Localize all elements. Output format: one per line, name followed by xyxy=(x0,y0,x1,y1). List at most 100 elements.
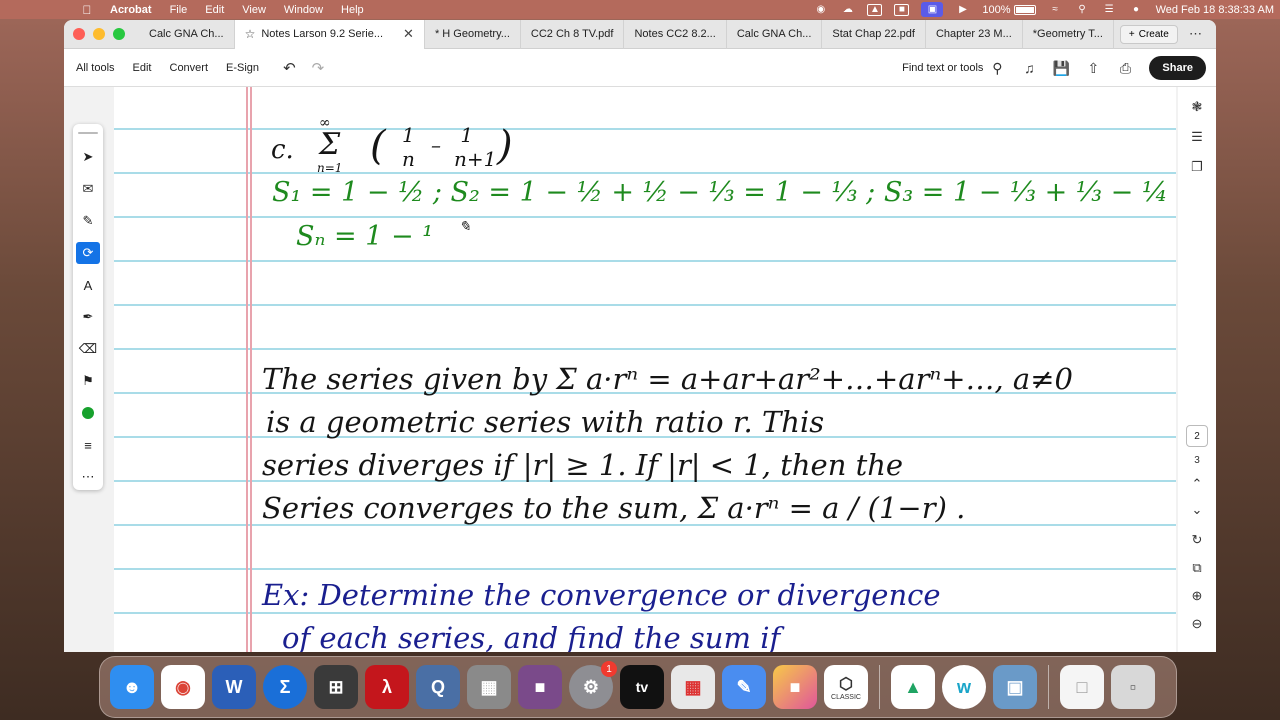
pages-icon[interactable]: ❐ xyxy=(1187,157,1207,177)
select-cursor-icon[interactable]: ➤ xyxy=(76,146,100,168)
apple-menu-icon[interactable]:  xyxy=(72,3,102,17)
close-window-button[interactable] xyxy=(73,28,85,40)
tab-cc2-ch8[interactable]: CC2 Ch 8 TV.pdf xyxy=(521,20,625,49)
finder-app-icon[interactable]: ☻ xyxy=(110,665,154,709)
zoom-in-icon[interactable]: ⊕ xyxy=(1187,586,1207,606)
record-icon[interactable]: ◉ xyxy=(813,4,828,16)
play-icon[interactable]: ▶ xyxy=(955,4,970,16)
print-icon[interactable]: ⎙ xyxy=(1117,60,1133,76)
color-picker-icon[interactable] xyxy=(76,402,100,424)
close-tab-icon[interactable]: ✕ xyxy=(403,26,414,42)
stage-manager-icon[interactable]: ▣ xyxy=(921,2,944,17)
pencil-app-icon[interactable]: ✎ xyxy=(722,665,766,709)
right-rail: ❃ ☰ ❐ 2 3 ⌃ ⌄ ↻ ⧉ ⊕ ⊖ xyxy=(1178,87,1216,652)
tab-h-geometry[interactable]: * H Geometry... xyxy=(425,20,521,49)
drawing-app-icon[interactable]: ■ xyxy=(773,665,817,709)
create-button[interactable]: + Create xyxy=(1119,24,1178,44)
upload-icon[interactable]: ▲ xyxy=(867,3,883,16)
tab-notes-larson[interactable]: ☆ Notes Larson 9.2 Serie... ✕ xyxy=(234,20,425,49)
export-icon[interactable]: ⧉ xyxy=(1187,558,1207,578)
word-app-icon[interactable]: W xyxy=(212,665,256,709)
edit-button[interactable]: Edit xyxy=(133,62,152,74)
line-weight-icon[interactable]: ≡ xyxy=(76,434,100,456)
undo-icon[interactable]: ↶ xyxy=(283,59,296,77)
preview-app-icon[interactable]: ▣ xyxy=(993,665,1037,709)
menu-bar:  Acrobat File Edit View Window Help ◉ ☁… xyxy=(0,0,1280,19)
tab-label: Calc GNA Ch... xyxy=(736,28,812,40)
all-tools-button[interactable]: All tools xyxy=(76,62,115,74)
fraction-1-over-n-plus-1: 1 n+1 xyxy=(454,123,497,171)
acrobat-app-icon[interactable]: λ xyxy=(365,665,409,709)
definition-line-1: The series given by Σ a·rⁿ = a+ar+ar²+…+… xyxy=(262,362,1073,396)
highlight-pen-icon[interactable]: ✎ xyxy=(76,210,100,232)
esign-button[interactable]: E-Sign xyxy=(226,62,259,74)
share-button[interactable]: Share xyxy=(1149,56,1206,80)
nth-partial-sum: Sₙ = 1 − ¹ xyxy=(296,221,434,252)
page-down-icon[interactable]: ⌄ xyxy=(1187,500,1207,520)
current-page-box[interactable]: 2 xyxy=(1186,425,1208,447)
calculator-app-icon[interactable]: ⊞ xyxy=(314,665,358,709)
app-menu-name[interactable]: Acrobat xyxy=(110,4,152,16)
trash-icon[interactable]: ▫ xyxy=(1111,665,1155,709)
pin-icon[interactable]: ⚑ xyxy=(76,370,100,392)
convert-button[interactable]: Convert xyxy=(170,62,209,74)
system-settings-app-icon[interactable]: ⚙ 1 xyxy=(569,661,617,709)
geogebra-classic-app-icon[interactable]: ⬡ CLASSIC xyxy=(824,665,868,709)
save-icon[interactable]: 💾 xyxy=(1053,60,1070,76)
chrome-app-icon[interactable]: ◉ xyxy=(161,665,205,709)
redo-icon[interactable]: ↷ xyxy=(312,59,325,77)
tab-chapter-23[interactable]: Chapter 23 M... xyxy=(926,20,1023,49)
find-text-tools[interactable]: Find text or tools ⚲ xyxy=(902,60,1005,76)
comment-icon[interactable]: ✉ xyxy=(76,178,100,200)
zoom-out-icon[interactable]: ⊖ xyxy=(1187,614,1207,634)
tab-calc-gna-2[interactable]: Calc GNA Ch... xyxy=(727,20,823,49)
text-box-icon[interactable]: A xyxy=(76,274,100,296)
rotate-icon[interactable]: ↻ xyxy=(1187,530,1207,550)
user-icon[interactable]: ● xyxy=(1129,4,1144,16)
tab-notes-cc2[interactable]: Notes CC2 8.2... xyxy=(624,20,727,49)
tab-calc-gna-1[interactable]: Calc GNA Ch... xyxy=(139,20,235,49)
page-up-icon[interactable]: ⌃ xyxy=(1187,474,1207,494)
wifi-icon[interactable]: ≈ xyxy=(1048,4,1063,16)
spotlight-search-icon[interactable]: ⚲ xyxy=(1075,4,1090,16)
upload-cloud-icon[interactable]: ⇧ xyxy=(1085,60,1101,76)
stamp-icon[interactable]: ✒ xyxy=(76,306,100,328)
document-icon[interactable]: □ xyxy=(1060,665,1104,709)
menu-help[interactable]: Help xyxy=(341,4,364,16)
menu-file[interactable]: File xyxy=(170,4,188,16)
panel-drag-handle[interactable] xyxy=(78,132,98,134)
more-tools-icon[interactable]: ⋯ xyxy=(76,466,100,488)
tab-stat-chap[interactable]: Stat Chap 22.pdf xyxy=(822,20,926,49)
read-aloud-icon[interactable]: ♫ xyxy=(1021,60,1037,76)
menu-window[interactable]: Window xyxy=(284,4,323,16)
minimize-window-button[interactable] xyxy=(93,28,105,40)
creative-cloud-icon[interactable]: ☁ xyxy=(840,4,855,16)
draw-freeform-icon[interactable]: ⟳ xyxy=(76,242,100,264)
battery-status[interactable]: 100% xyxy=(982,4,1036,16)
sigma-app-icon[interactable]: Σ xyxy=(263,665,307,709)
minus-sign: – xyxy=(431,133,441,157)
photo-booth-app-icon[interactable]: ■ xyxy=(518,665,562,709)
graphing-calculator-app-icon[interactable]: ▦ xyxy=(467,665,511,709)
google-drive-app-icon[interactable]: ▲ xyxy=(891,665,935,709)
zoom-window-button[interactable] xyxy=(113,28,125,40)
ai-assistant-icon[interactable]: ❃ xyxy=(1187,97,1207,117)
control-center-icon[interactable]: ☰ xyxy=(1102,4,1117,16)
launchpad-app-icon[interactable]: ▦ xyxy=(671,665,715,709)
notification-badge: 1 xyxy=(601,661,617,677)
quicktime-app-icon[interactable]: Q xyxy=(416,665,460,709)
menu-clock[interactable]: Wed Feb 18 8:38:33 AM xyxy=(1156,4,1274,16)
next-page-number[interactable]: 3 xyxy=(1194,455,1200,466)
wooclap-app-icon[interactable]: w xyxy=(942,665,986,709)
screen-icon[interactable]: ■ xyxy=(894,3,910,16)
more-options-icon[interactable]: ⋯ xyxy=(1189,26,1202,42)
eraser-icon[interactable]: ⌫ xyxy=(76,338,100,360)
menu-edit[interactable]: Edit xyxy=(205,4,224,16)
star-icon[interactable]: ☆ xyxy=(245,27,256,41)
pdf-page[interactable]: c. ∞ Σ n=1 ( 1n – 1 n+1 ) S₁ = 1 − ½ ; S₂… xyxy=(114,87,1216,652)
document-viewport[interactable]: c. ∞ Σ n=1 ( 1n – 1 n+1 ) S₁ = 1 − ½ ; S₂… xyxy=(64,87,1216,652)
tab-geometry-t[interactable]: *Geometry T... xyxy=(1023,20,1114,49)
menu-view[interactable]: View xyxy=(242,4,266,16)
bookmarks-icon[interactable]: ☰ xyxy=(1187,127,1207,147)
tv-app-icon[interactable]: tv xyxy=(620,665,664,709)
